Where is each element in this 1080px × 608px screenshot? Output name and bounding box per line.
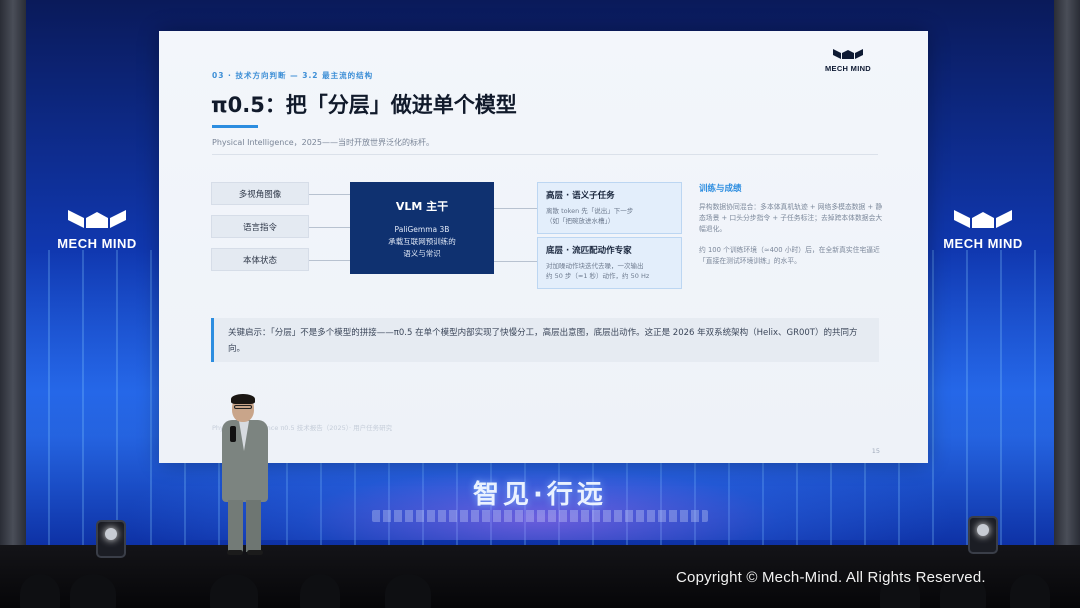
- presentation-slide: MECH MIND 03 · 技术方向判断 — 3.2 最主流的结构 π0.5：…: [159, 31, 928, 463]
- low-level-tier-box: 底层 · 流匹配动作专家 对加噪动作块迭代去噪，一次输出 约 50 步（≈1 秒…: [537, 237, 682, 289]
- audience-silhouette: [70, 574, 116, 608]
- input-item: 语言指令: [211, 215, 309, 238]
- training-heading: 训练与成绩: [699, 184, 742, 194]
- vlm-line: PaliGemma 3B: [394, 225, 450, 234]
- stage-light-left: [96, 520, 126, 558]
- audience-silhouette: [1010, 574, 1050, 608]
- brand-text: MECH MIND: [943, 236, 1023, 251]
- mech-mind-logo-icon: [833, 49, 863, 59]
- audience-silhouette: [300, 574, 340, 608]
- mech-mind-logo-icon: [954, 210, 1012, 228]
- vlm-backbone-box: VLM 主干 PaliGemma 3B 承载互联网预训练的 语义与常识: [350, 182, 494, 274]
- key-insight-callout: 关键启示：「分层」不是多个模型的拼接——π0.5 在单个模型内部实现了快慢分工，…: [211, 318, 879, 362]
- slide-logo: MECH MIND: [820, 45, 876, 73]
- microphone-icon: [230, 426, 236, 442]
- audience-silhouette: [385, 574, 431, 608]
- audience-silhouette: [210, 574, 258, 608]
- tier-heading: 底层 · 流匹配动作专家: [546, 246, 632, 256]
- tier-line: 约 50 步（≈1 秒）动作，约 50 Hz: [546, 272, 650, 280]
- tier-line: （如「把碗放进水槽」）: [546, 217, 615, 225]
- stage-slogan: 智见·行远: [473, 480, 607, 510]
- presenter: [218, 394, 274, 556]
- stage-pillar-left: [0, 0, 26, 560]
- presenter-leg: [228, 500, 243, 552]
- high-level-tier-box: 高层 · 语义子任务 离散 token 先「说出」下一步 （如「把碗放进水槽」）: [537, 182, 682, 234]
- stage-pillar-right: [1054, 0, 1080, 560]
- tier-line: 对加噪动作块迭代去噪，一次输出: [546, 262, 644, 270]
- training-results: 训练与成绩 异构数据协同混合：多本体真机轨迹 + 网络多模态数据 + 静态场景 …: [699, 182, 884, 277]
- input-list: 多视角图像 语言指令 本体状态: [211, 182, 309, 281]
- brand-logo-left: MECH MIND: [42, 208, 152, 251]
- presenter-glasses: [234, 405, 252, 409]
- vlm-line: 承载互联网预训练的: [388, 237, 456, 246]
- divider: [212, 154, 878, 155]
- connector-line: [309, 227, 350, 228]
- stage-slogan-subline: [372, 510, 708, 522]
- brand-logo-right: MECH MIND: [928, 208, 1038, 251]
- training-paragraph: 约 100 个训练环境（≈400 小时）后，在全新真实住宅逼近「直接在测试环境训…: [699, 246, 880, 265]
- connector-line: [494, 208, 537, 209]
- tier-line: 离散 token 先「说出」下一步: [546, 207, 634, 215]
- connector-line: [309, 260, 350, 261]
- copyright-watermark: Copyright © Mech-Mind. All Rights Reserv…: [676, 569, 986, 586]
- slide-title: π0.5：把「分层」做进单个模型: [211, 93, 517, 117]
- presenter-hair: [231, 394, 255, 404]
- stage-light-right: [968, 516, 998, 554]
- slide-subtitle: Physical Intelligence，2025——当时开放世界泛化的标杆。: [212, 138, 434, 147]
- presenter-leg: [246, 500, 261, 552]
- slide-logo-text: MECH MIND: [824, 64, 872, 73]
- input-item: 多视角图像: [211, 182, 309, 205]
- page-number: 15: [871, 447, 880, 455]
- connector-line: [494, 261, 537, 262]
- training-paragraph: 异构数据协同混合：多本体真机轨迹 + 网络多模态数据 + 静态场景 + 口头分步…: [699, 203, 883, 233]
- presenter-shoe: [247, 550, 263, 555]
- presenter-shoe: [227, 550, 243, 555]
- brand-text: MECH MIND: [57, 236, 137, 251]
- vlm-line: 语义与常识: [403, 249, 441, 258]
- title-underline: [212, 125, 258, 128]
- connector-line: [309, 194, 350, 195]
- vlm-heading: VLM 主干: [395, 200, 449, 213]
- audience-silhouette: [20, 574, 60, 608]
- mech-mind-logo-icon: [68, 210, 126, 228]
- tier-heading: 高层 · 语义子任务: [546, 191, 615, 201]
- input-item: 本体状态: [211, 248, 309, 271]
- section-label: 03 · 技术方向判断 — 3.2 最主流的结构: [212, 71, 374, 80]
